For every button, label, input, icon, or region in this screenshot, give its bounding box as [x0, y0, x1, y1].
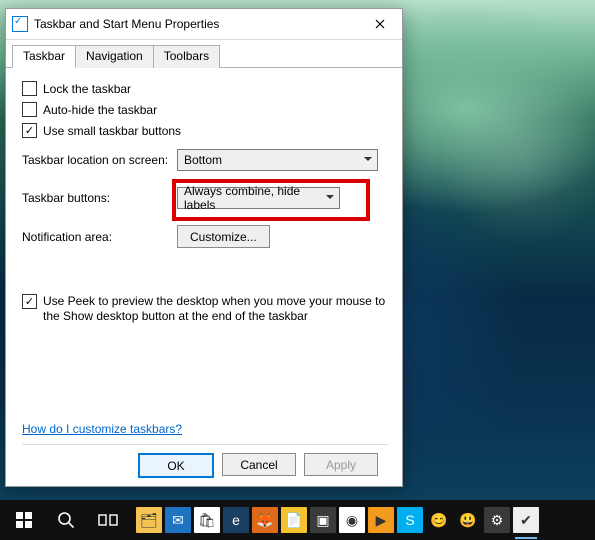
option-label: Use Peek to preview the desktop when you…: [43, 294, 388, 324]
dropdown-taskbar-location[interactable]: Bottom: [177, 149, 378, 171]
option-small-buttons[interactable]: Use small taskbar buttons: [22, 123, 388, 138]
taskbar-app-emoji2[interactable]: 😃: [455, 507, 481, 533]
taskbar-app-firefox[interactable]: 🦊: [252, 507, 278, 533]
apply-button[interactable]: Apply: [304, 453, 378, 476]
option-autohide-taskbar[interactable]: Auto-hide the taskbar: [22, 102, 388, 117]
taskbar-app-store[interactable]: 🛍: [194, 507, 220, 533]
field-label: Taskbar location on screen:: [22, 153, 177, 167]
taskbar-app-taskbar-props[interactable]: ✔: [513, 507, 539, 533]
tab-toolbars[interactable]: Toolbars: [153, 45, 220, 68]
checkbox-icon[interactable]: [22, 294, 37, 309]
app-icon: [12, 16, 28, 32]
taskbar-app-media-player[interactable]: ▶: [368, 507, 394, 533]
option-label: Lock the taskbar: [43, 82, 131, 96]
search-button[interactable]: [46, 500, 86, 540]
window-title: Taskbar and Start Menu Properties: [34, 17, 358, 31]
tab-taskbar[interactable]: Taskbar: [12, 45, 76, 68]
checkbox-icon[interactable]: [22, 81, 37, 96]
dialog-button-row: OK Cancel Apply: [22, 444, 388, 478]
field-label: Taskbar buttons:: [22, 191, 177, 205]
row-taskbar-buttons: Taskbar buttons: Always combine, hide la…: [22, 187, 388, 209]
customize-button[interactable]: Customize...: [177, 225, 270, 248]
ok-button[interactable]: OK: [138, 453, 214, 478]
checkbox-icon[interactable]: [22, 102, 37, 117]
task-view-button[interactable]: [88, 500, 128, 540]
close-button[interactable]: [358, 9, 402, 39]
option-label: Auto-hide the taskbar: [43, 103, 157, 117]
titlebar[interactable]: Taskbar and Start Menu Properties: [6, 9, 402, 40]
taskbar-app-emoji1[interactable]: 😊: [426, 507, 452, 533]
checkbox-icon[interactable]: [22, 123, 37, 138]
cancel-button[interactable]: Cancel: [222, 453, 296, 476]
taskbar-app-notes[interactable]: 📄: [281, 507, 307, 533]
help-link[interactable]: How do I customize taskbars?: [22, 422, 388, 436]
taskbar-app-edge[interactable]: e: [223, 507, 249, 533]
start-button[interactable]: [4, 500, 44, 540]
task-view-icon: [98, 512, 118, 528]
tab-navigation[interactable]: Navigation: [75, 45, 154, 68]
option-use-peek[interactable]: Use Peek to preview the desktop when you…: [22, 294, 388, 324]
taskbar-app-file-explorer[interactable]: 🗂: [136, 507, 162, 533]
dropdown-taskbar-buttons[interactable]: Always combine, hide labels: [177, 187, 340, 209]
tabstrip: Taskbar Navigation Toolbars: [6, 40, 402, 68]
search-icon: [57, 511, 75, 529]
windows-icon: [16, 512, 32, 528]
row-taskbar-location: Taskbar location on screen: Bottom: [22, 149, 388, 171]
taskbar-app-mail[interactable]: ✉: [165, 507, 191, 533]
option-label: Use small taskbar buttons: [43, 124, 181, 138]
taskbar[interactable]: 🗂✉🛍e🦊📄▣◉▶S😊😃⚙✔: [0, 500, 595, 540]
taskbar-app-list: 🗂✉🛍e🦊📄▣◉▶S😊😃⚙✔: [136, 507, 539, 533]
taskbar-app-sublime[interactable]: ▣: [310, 507, 336, 533]
field-label: Notification area:: [22, 230, 177, 244]
taskbar-properties-dialog: Taskbar and Start Menu Properties Taskba…: [5, 8, 403, 487]
close-icon: [375, 19, 385, 29]
option-lock-taskbar[interactable]: Lock the taskbar: [22, 81, 388, 96]
taskbar-app-skype[interactable]: S: [397, 507, 423, 533]
taskbar-app-chrome[interactable]: ◉: [339, 507, 365, 533]
tab-panel-taskbar: Lock the taskbar Auto-hide the taskbar U…: [6, 68, 402, 486]
dropdown-value: Always combine, hide labels: [184, 184, 321, 212]
dropdown-value: Bottom: [184, 153, 222, 167]
row-notification-area: Notification area: Customize...: [22, 225, 388, 248]
taskbar-app-settings-app[interactable]: ⚙: [484, 507, 510, 533]
